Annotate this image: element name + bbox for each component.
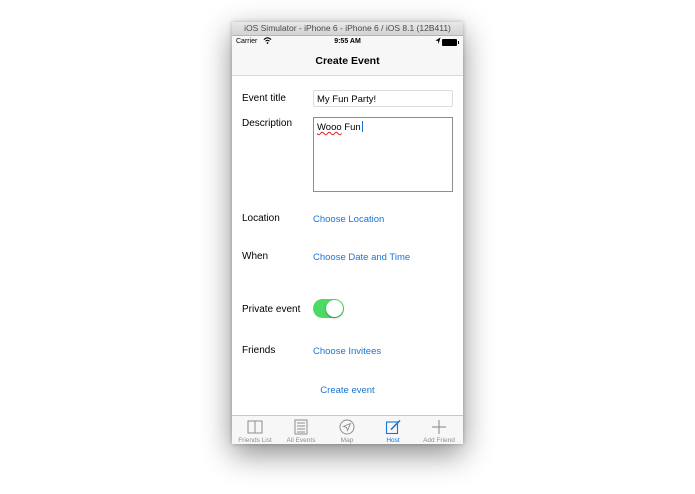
tab-all-events[interactable]: All Events (278, 416, 324, 444)
location-label: Location (242, 213, 280, 224)
plus-icon (431, 419, 447, 435)
phone-screen: Carrier 9:55 AM Create Event Event title… (232, 36, 463, 444)
tab-label: Map (340, 437, 354, 444)
window-title: iOS Simulator - iPhone 6 - iPhone 6 / iO… (232, 22, 463, 36)
description-text: Fun (341, 122, 361, 133)
location-services-icon (435, 37, 441, 47)
event-title-label: Event title (242, 93, 286, 104)
tab-label: Friends List (238, 437, 272, 444)
tab-bar: Friends List All Events Map Host Add Fri… (232, 415, 463, 444)
private-event-toggle[interactable] (313, 299, 344, 318)
description-label: Description (242, 118, 293, 129)
status-time: 9:55 AM (334, 38, 361, 45)
toggle-knob (326, 300, 343, 317)
description-misspelled-word: Wooo (317, 122, 342, 133)
event-title-field[interactable]: My Fun Party! (313, 90, 453, 107)
location-arrow-icon (339, 419, 355, 435)
choose-location-button[interactable]: Choose Location (313, 214, 384, 225)
text-cursor (361, 121, 363, 132)
list-icon (293, 419, 309, 435)
tab-host[interactable]: Host (370, 416, 416, 444)
status-bar: Carrier 9:55 AM (232, 36, 463, 48)
choose-invitees-button[interactable]: Choose Invitees (313, 346, 381, 357)
friends-label: Friends (242, 345, 276, 356)
tab-label: All Events (286, 437, 316, 444)
navigation-bar: Create Event (232, 48, 463, 76)
battery-icon (442, 39, 459, 46)
tab-friends-list[interactable]: Friends List (232, 416, 278, 444)
compose-icon (385, 419, 401, 435)
create-event-button[interactable]: Create event (232, 385, 463, 396)
tab-map[interactable]: Map (324, 416, 370, 444)
tab-add-friend[interactable]: Add Friend (416, 416, 462, 444)
book-icon (247, 419, 263, 435)
when-label: When (242, 251, 269, 262)
page-title: Create Event (315, 55, 380, 67)
choose-date-time-button[interactable]: Choose Date and Time (313, 252, 410, 263)
tab-label: Host (386, 437, 400, 444)
tab-label: Add Friend (423, 437, 455, 444)
private-event-label: Private event (242, 304, 301, 315)
simulator-window: iOS Simulator - iPhone 6 - iPhone 6 / iO… (232, 22, 463, 444)
description-textarea[interactable]: Wooo Fun (313, 117, 453, 192)
